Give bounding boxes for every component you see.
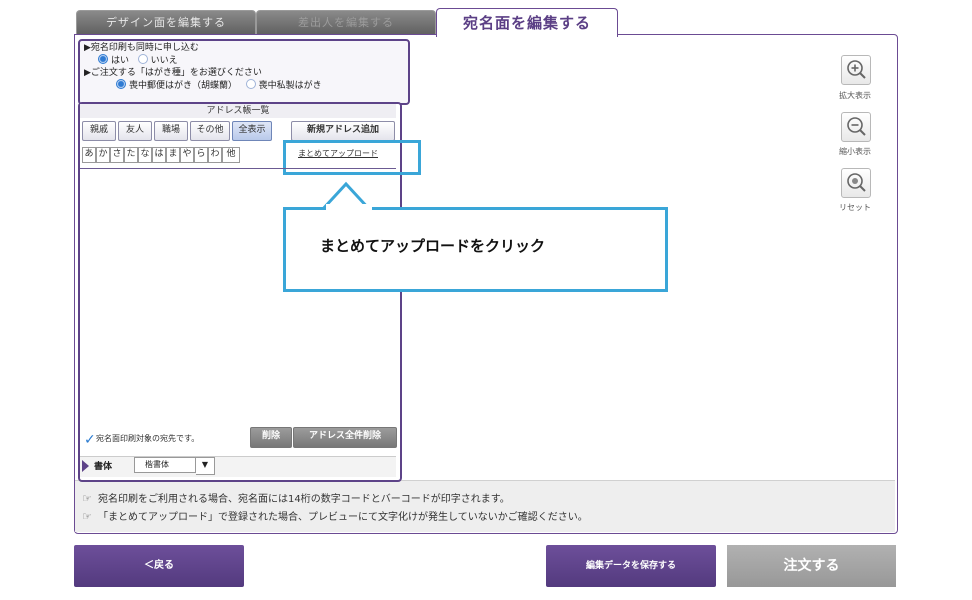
radio-card-official-label: 喪中郵便はがき（胡蝶蘭） bbox=[129, 81, 238, 91]
callout-text: まとめてアップロードをクリック bbox=[320, 237, 546, 255]
radio-card-official[interactable] bbox=[116, 79, 126, 89]
callout-box: まとめてアップロードをクリック bbox=[283, 207, 668, 292]
category-all-button[interactable]: 全表示 bbox=[232, 121, 272, 141]
add-address-button[interactable]: 新規アドレス追加 bbox=[291, 121, 395, 141]
kana-other[interactable]: 他 bbox=[222, 147, 240, 163]
font-row bbox=[80, 456, 396, 477]
kana-wa[interactable]: わ bbox=[208, 147, 222, 163]
kana-na[interactable]: な bbox=[138, 147, 152, 163]
radio-card-private[interactable] bbox=[245, 79, 256, 89]
zoom-out-label: 縮小表示 bbox=[839, 147, 871, 156]
info-strip bbox=[75, 480, 895, 532]
print-question: ▶宛名印刷も同時に申し込む bbox=[84, 43, 199, 53]
address-book-title: アドレス帳一覧 bbox=[80, 104, 396, 118]
category-other-button[interactable]: その他 bbox=[190, 121, 230, 141]
radio-print-no[interactable] bbox=[137, 54, 148, 64]
pointing-hand-icon: ☞ bbox=[82, 510, 92, 523]
delete-button[interactable]: 削除 bbox=[250, 427, 292, 448]
check-icon: ✓ bbox=[84, 432, 96, 448]
kana-sa[interactable]: さ bbox=[110, 147, 124, 163]
pointing-hand-icon: ☞ bbox=[82, 492, 92, 505]
zoom-out-button[interactable] bbox=[841, 112, 871, 142]
zoom-in-label: 拡大表示 bbox=[839, 91, 871, 100]
zoom-in-button[interactable] bbox=[841, 55, 871, 85]
zoom-reset-button[interactable] bbox=[841, 168, 871, 198]
kana-ha[interactable]: は bbox=[152, 147, 166, 163]
back-button[interactable]: ＜戻る bbox=[74, 545, 244, 587]
callout-pointer-mask bbox=[326, 204, 372, 212]
font-select-arrow[interactable]: ▼ bbox=[196, 457, 215, 475]
address-list-divider bbox=[80, 168, 396, 169]
expand-arrow-icon[interactable] bbox=[82, 460, 89, 472]
font-label: 書体 bbox=[94, 462, 113, 472]
radio-print-yes-label: はい bbox=[111, 56, 130, 66]
print-target-note: 宛名面印刷対象の宛先です。 bbox=[96, 434, 200, 443]
delete-all-button[interactable]: アドレス全件削除 bbox=[293, 427, 397, 448]
kana-ta[interactable]: た bbox=[124, 147, 138, 163]
info-line-1: ☞ 宛名印刷をご利用される場合、宛名面には14桁の数字コードとバーコードが印字され… bbox=[82, 490, 510, 505]
kana-ma[interactable]: ま bbox=[166, 147, 180, 163]
radio-card-private-label: 喪中私製はがき bbox=[258, 81, 322, 91]
zoom-reset-label: リセット bbox=[839, 203, 871, 212]
kana-ka[interactable]: か bbox=[96, 147, 110, 163]
tab-address-side[interactable]: 宛名面を編集する bbox=[436, 8, 618, 37]
save-data-button[interactable]: 編集データを保存する bbox=[546, 545, 716, 587]
category-friends-button[interactable]: 友人 bbox=[118, 121, 152, 141]
kana-ra[interactable]: ら bbox=[194, 147, 208, 163]
options-box: ▶宛名印刷も同時に申し込む はい いいえ ▶ご注文する「はがき種」をお選びくださ… bbox=[78, 39, 410, 105]
zoom-out-icon bbox=[847, 117, 866, 136]
font-select[interactable]: 楷書体 bbox=[134, 457, 196, 473]
zoom-in-icon bbox=[847, 60, 866, 79]
upload-highlight-box bbox=[283, 140, 421, 175]
kana-ya[interactable]: や bbox=[180, 147, 194, 163]
radio-print-yes[interactable] bbox=[98, 54, 108, 64]
tab-sender[interactable]: 差出人を編集する bbox=[256, 10, 436, 35]
info-line-1-text: 宛名印刷をご利用される場合、宛名面には14桁の数字コードとバーコードが印字されま… bbox=[98, 494, 510, 505]
kana-a[interactable]: あ bbox=[82, 147, 96, 163]
radio-print-no-label: いいえ bbox=[150, 56, 178, 66]
order-button[interactable]: 注文する bbox=[727, 545, 896, 587]
zoom-reset-icon bbox=[847, 173, 866, 192]
card-type-question: ▶ご注文する「はがき種」をお選びください bbox=[84, 68, 262, 78]
info-line-2-text: 「まとめてアップロード」で登録された場合、プレビューにて文字化けが発生していない… bbox=[98, 512, 588, 523]
category-work-button[interactable]: 職場 bbox=[154, 121, 188, 141]
category-relatives-button[interactable]: 親戚 bbox=[82, 121, 116, 141]
info-line-2: ☞ 「まとめてアップロード」で登録された場合、プレビューにて文字化けが発生していな… bbox=[82, 508, 588, 523]
tab-design[interactable]: デザイン面を編集する bbox=[76, 10, 256, 35]
